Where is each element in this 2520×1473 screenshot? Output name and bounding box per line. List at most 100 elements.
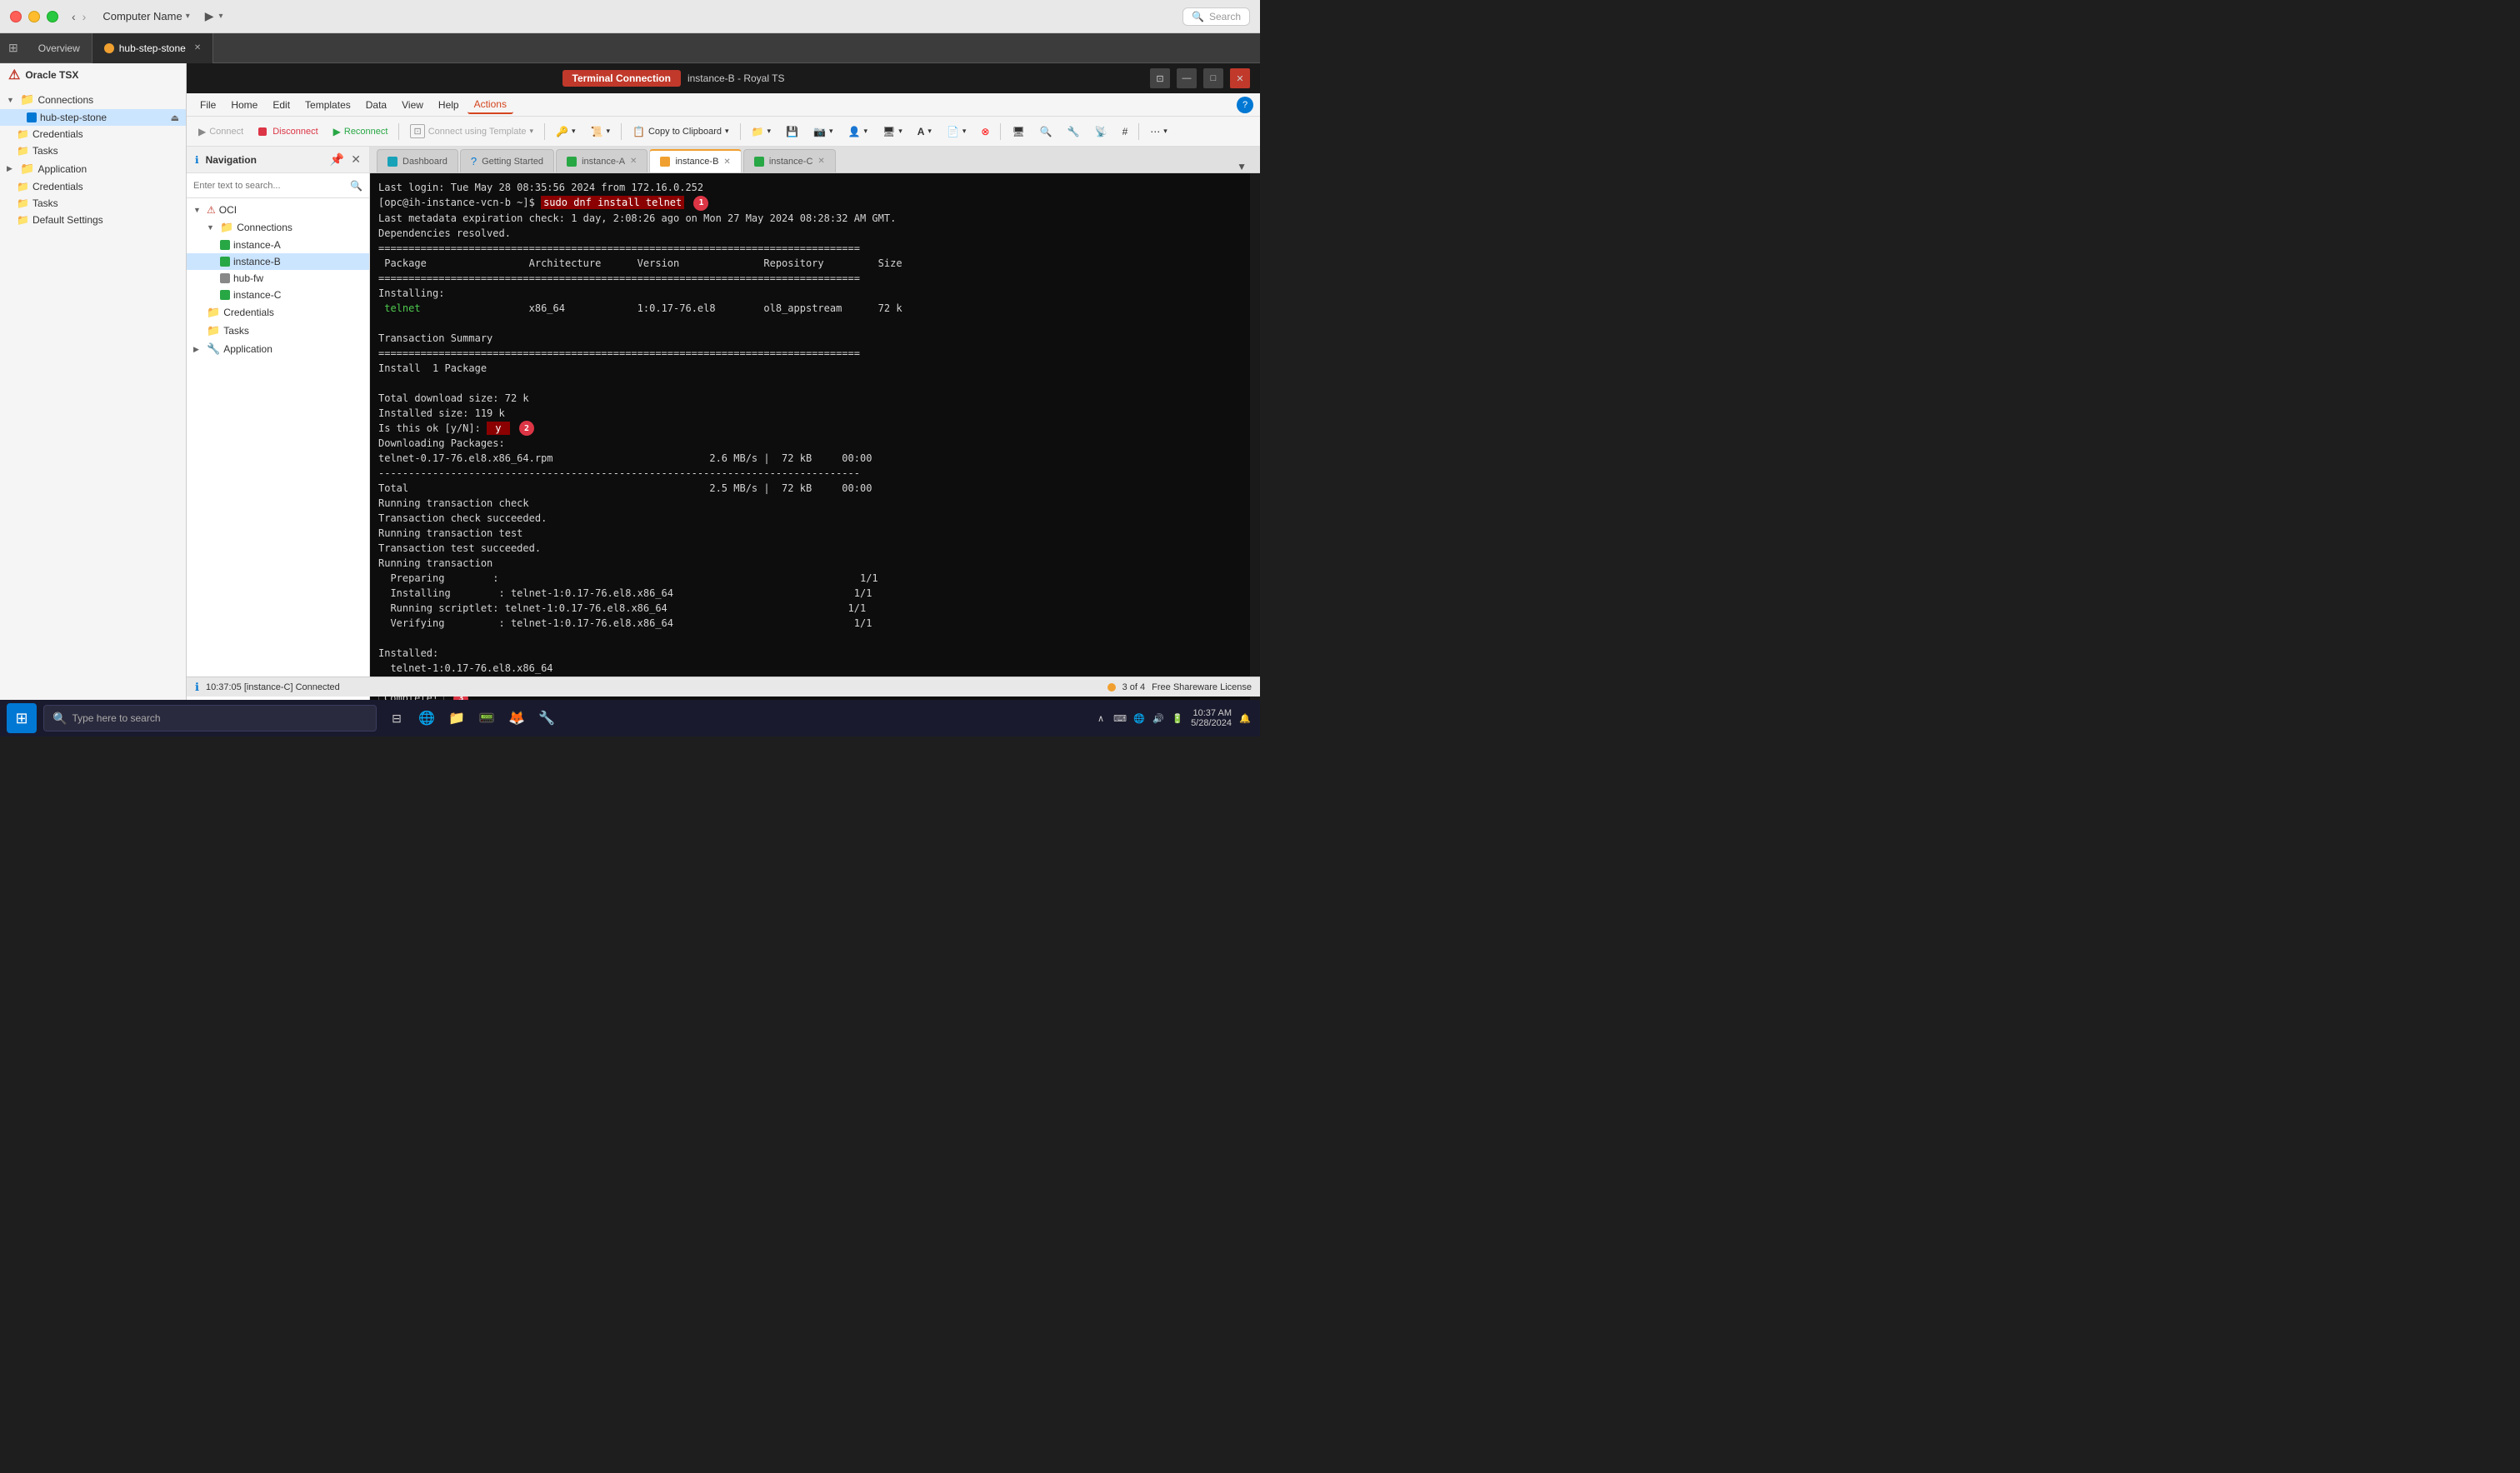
window-restore-btn[interactable]: ⊡ [1150,68,1170,88]
script-dropdown[interactable]: ▾ [606,127,610,136]
camera-dropdown[interactable]: ▾ [829,127,833,136]
start-button[interactable]: ⊞ [7,703,37,733]
tab-hub-step-stone[interactable]: hub-step-stone ✕ [92,33,213,63]
close-button[interactable] [10,11,22,22]
page-btn[interactable]: 📄 ▾ [940,120,972,143]
template-dropdown[interactable]: ▾ [530,127,534,136]
sidebar-item-credentials[interactable]: 📁 Credentials [0,126,186,142]
maximize-button[interactable] [47,11,58,22]
sidebar-item-tasks[interactable]: 📁 Tasks [0,142,186,159]
volume-icon[interactable]: 🔊 [1150,710,1167,727]
sidebar-item-connections[interactable]: ▼ 📁 Connections [0,90,186,109]
sidebar-item-app-tasks[interactable]: 📁 Tasks [0,195,186,212]
mac-search-box[interactable]: 🔍 Search [1182,7,1250,26]
grid2-btn[interactable]: # [1116,120,1135,143]
tree-oci[interactable]: ▼ ⚠ OCI [187,202,369,218]
credentials-btn[interactable]: 🔑 ▾ [549,120,582,143]
ribbon-edit[interactable]: Edit [266,97,297,113]
instance-a-tab-close[interactable]: ✕ [630,157,637,166]
disconnect-button[interactable]: Disconnect [252,120,324,143]
tab-overflow-btn[interactable]: ▼ [1230,161,1253,172]
ribbon-file[interactable]: File [193,97,222,113]
ribbon-home[interactable]: Home [224,97,264,113]
camera-btn[interactable]: 📷 ▾ [807,120,839,143]
tab-overview[interactable]: Overview [27,33,92,63]
font-btn[interactable]: A ▾ [911,120,938,143]
taskbar-edge[interactable]: 🌐 [413,705,440,732]
connect-template-button[interactable]: ⊡ Connect using Template ▾ [403,120,540,143]
script-btn[interactable]: 📜 ▾ [584,120,617,143]
ribbon-help-btn[interactable]: ? [1237,97,1253,113]
computer-name-selector[interactable]: Computer Name ▾ [102,10,189,22]
antenna-btn[interactable]: 📡 [1088,120,1114,143]
nav-close-btn[interactable]: ✕ [351,152,361,167]
tree-instance-a[interactable]: instance-A [187,237,369,253]
display-btn[interactable]: 🖥 ▾ [876,120,909,143]
more-btn[interactable]: ⋯ ▾ [1143,120,1174,143]
monitor-btn[interactable]: 🖥 [1005,120,1031,143]
keyboard-icon[interactable]: ⌨ [1112,710,1128,727]
window-minimize-btn[interactable]: — [1177,68,1197,88]
person-dropdown[interactable]: ▾ [863,127,868,136]
network-icon[interactable]: 🌐 [1131,710,1148,727]
tree-hub-fw[interactable]: hub-fw [187,270,369,287]
tab-getting-started[interactable]: ? Getting Started [460,149,554,172]
taskbar-task-view[interactable]: ⊟ [383,705,410,732]
oracle-tsx-header[interactable]: ⚠ Oracle TSX [0,63,186,87]
taskbar-terminal[interactable]: 📟 [473,705,500,732]
taskbar-search[interactable]: 🔍 Type here to search [43,705,377,732]
notification-icon[interactable]: 🔔 [1237,710,1253,727]
window-maximize-btn[interactable]: □ [1203,68,1223,88]
search-term-btn[interactable]: 🔍 [1033,120,1059,143]
stop-btn[interactable]: ⊗ [974,120,996,143]
play-button[interactable]: ▶ [205,9,214,23]
sidebar-item-application[interactable]: ▶ 📁 Application [0,159,186,178]
tree-credentials[interactable]: 📁 Credentials [187,303,369,322]
sidebar-item-hub-step-stone[interactable]: hub-step-stone ⏏ [0,109,186,126]
tree-instance-c[interactable]: instance-C [187,287,369,303]
ribbon-help[interactable]: Help [432,97,466,113]
person-btn[interactable]: 👤 ▾ [841,120,873,143]
taskbar-app-icon[interactable]: 🔧 [533,705,560,732]
sidebar-item-app-credentials[interactable]: 📁 Credentials [0,178,186,195]
nav-search-input[interactable] [193,181,345,191]
play-dropdown[interactable]: ▾ [219,12,223,21]
back-button[interactable]: ‹ [72,10,76,23]
nav-pin-btn[interactable]: 📌 [330,152,344,167]
tab-hub-close[interactable]: ✕ [194,43,201,52]
copy-clipboard-button[interactable]: 📋 Copy to Clipboard ▾ [626,120,736,143]
more-dropdown[interactable]: ▾ [1163,127,1168,136]
taskbar-datetime[interactable]: 10:37 AM 5/28/2024 [1191,708,1232,728]
sidebar-item-default-settings[interactable]: 📁 Default Settings [0,212,186,228]
minimize-button[interactable] [28,11,40,22]
tab-instance-a[interactable]: instance-A ✕ [556,149,648,172]
terminal-scrollbar[interactable] [1250,173,1260,733]
battery-icon[interactable]: 🔋 [1169,710,1186,727]
instance-c-tab-close[interactable]: ✕ [818,157,824,166]
reconnect-button[interactable]: ▶ Reconnect [327,120,395,143]
tree-tasks[interactable]: 📁 Tasks [187,322,369,340]
folder-btn[interactable]: 📁 ▾ [745,120,778,143]
tree-connections[interactable]: ▼ 📁 Connections [187,218,369,237]
taskbar-explorer[interactable]: 📁 [443,705,470,732]
cred-dropdown[interactable]: ▾ [572,127,576,136]
instance-b-tab-close[interactable]: ✕ [723,157,730,167]
save-btn[interactable]: 💾 [779,120,805,143]
folder-dropdown[interactable]: ▾ [768,127,772,136]
nav-search[interactable]: 🔍 [187,173,369,198]
tab-instance-c[interactable]: instance-C ✕ [743,149,836,172]
terminal[interactable]: Last login: Tue May 28 08:35:56 2024 fro… [370,173,1260,733]
page-dropdown[interactable]: ▾ [962,127,967,136]
tab-instance-b[interactable]: instance-B ✕ [649,149,741,172]
clipboard-dropdown[interactable]: ▾ [725,127,729,136]
tab-dashboard[interactable]: Dashboard [377,149,458,172]
ribbon-actions[interactable]: Actions [468,96,513,114]
tools-btn[interactable]: 🔧 [1061,120,1087,143]
connect-button[interactable]: ▶ Connect [192,120,250,143]
ribbon-view[interactable]: View [395,97,430,113]
tree-instance-b[interactable]: instance-B [187,253,369,270]
tree-application[interactable]: ▶ 🔧 Application [187,340,369,358]
window-close-btn[interactable]: ✕ [1230,68,1250,88]
display-dropdown[interactable]: ▾ [898,127,902,136]
ribbon-data[interactable]: Data [359,97,393,113]
